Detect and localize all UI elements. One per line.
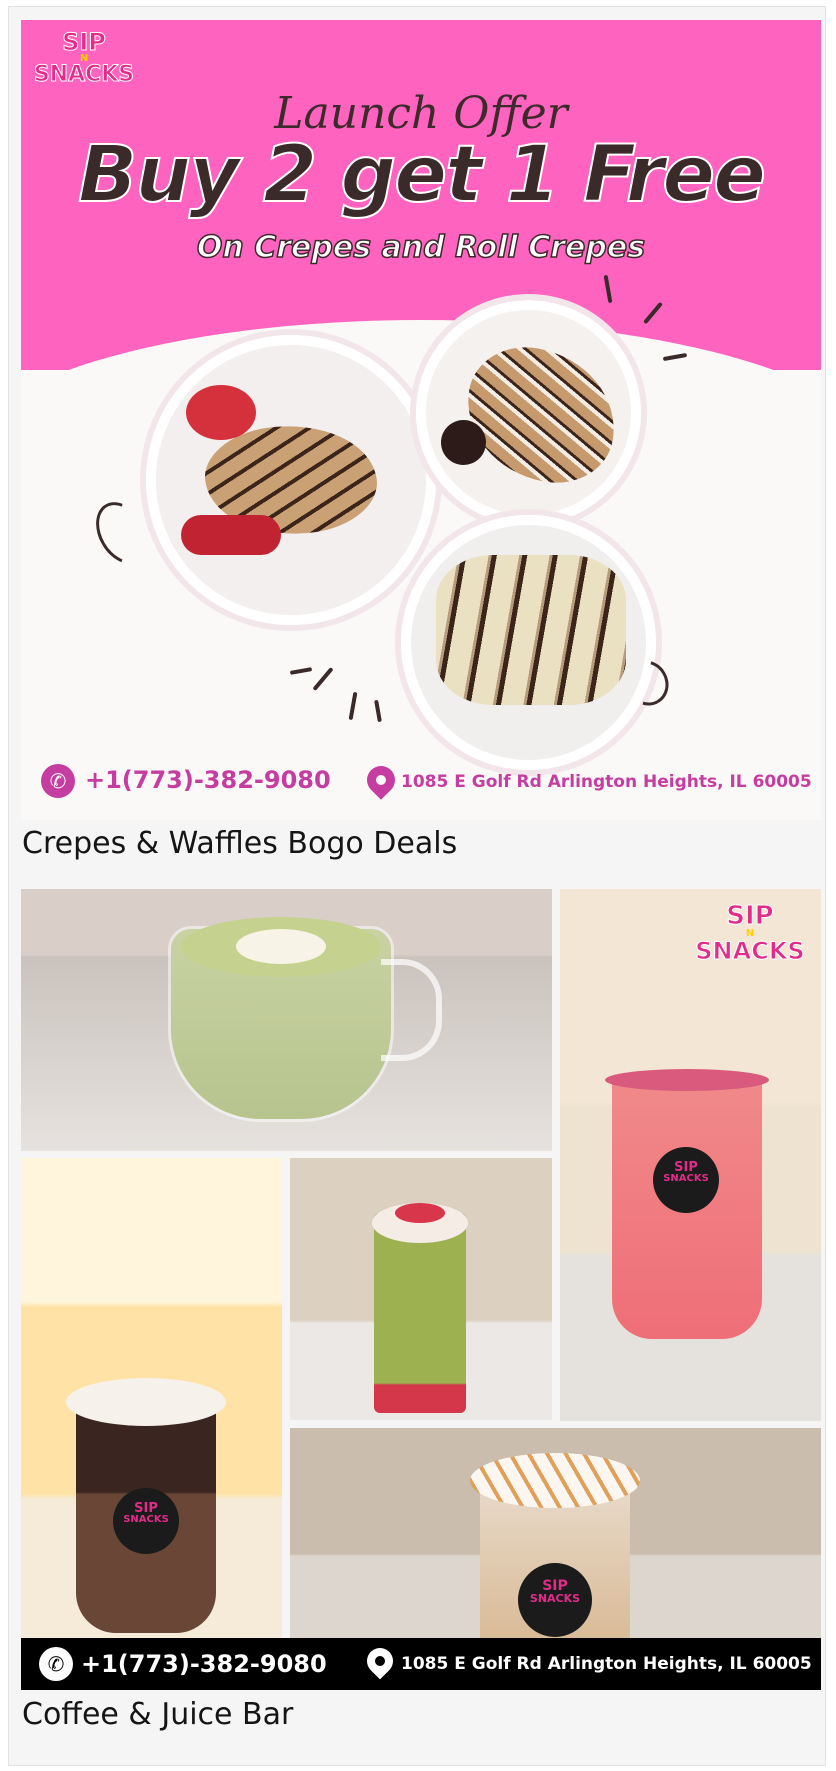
crepe-strawberry-photo	[146, 335, 436, 625]
caramel-whip	[470, 1453, 640, 1508]
contact-strip: ✆ +1(773)-382-9080 1085 E Golf Rd Arling…	[21, 760, 821, 802]
logo-word-snacks: SNACKS	[33, 62, 135, 87]
matcha-latte-photo[interactable]	[21, 889, 552, 1151]
chocolate-frappe-photo[interactable]: SIP SNACKS	[21, 1158, 282, 1638]
crepes-promo-banner[interactable]: SIP N SNACKS Launch Offer Buy 2 get 1 Fr…	[21, 20, 821, 820]
green-smoothie-photo[interactable]	[290, 1158, 552, 1420]
brand-sticker: SIP SNACKS	[113, 1488, 179, 1554]
decorative-dash	[289, 667, 313, 675]
caramel-frappe-photo[interactable]: SIP SNACKS	[290, 1428, 821, 1638]
brand-logo: SIP N SNACKS	[29, 28, 139, 87]
berry-topping	[395, 1203, 445, 1223]
strawberry-shape	[181, 515, 281, 555]
phone-icon: ✆	[41, 764, 75, 798]
offer-headline: Buy 2 get 1 Free	[77, 129, 767, 221]
brand-sticker: SIP SNACKS	[518, 1563, 592, 1637]
pink-boba-photo[interactable]: SIP N SNACKS SIP SNACKS	[560, 889, 821, 1421]
logo-word-sip: SIP	[726, 901, 774, 931]
cup-lid	[605, 1069, 769, 1091]
offer-subhead: On Crepes and Roll Crepes	[196, 229, 646, 266]
post-caption[interactable]: Crepes & Waffles Bogo Deals	[22, 826, 457, 861]
crepe-chocolate-drizzle-photo	[416, 300, 641, 525]
phone-icon: ✆	[39, 1647, 73, 1681]
roll-crepes-photo	[401, 515, 656, 770]
location-pin-icon	[361, 1642, 399, 1680]
decorative-dash	[348, 691, 358, 721]
smoothie-glass	[374, 1213, 466, 1413]
location-pin-icon	[361, 760, 401, 800]
phone-number[interactable]: +1(773)-382-9080	[85, 766, 331, 794]
logo-word-sip: SIP	[62, 28, 107, 56]
post-caption[interactable]: Coffee & Juice Bar	[22, 1697, 293, 1732]
latte-art	[236, 929, 326, 964]
decorative-dash	[374, 699, 382, 723]
brand-sticker: SIP SNACKS	[653, 1147, 719, 1213]
contact-bar: ✆ +1(773)-382-9080 1085 E Golf Rd Arling…	[21, 1638, 821, 1690]
phone-number[interactable]: +1(773)-382-9080	[81, 1650, 327, 1678]
strawberry-shape	[186, 385, 256, 440]
whipped-cream	[66, 1378, 226, 1426]
decorative-dash	[312, 666, 334, 692]
logo-word-snacks: SNACKS	[695, 937, 805, 965]
roll-crepe-shape	[436, 555, 626, 705]
brand-logo: SIP N SNACKS	[690, 901, 810, 965]
crepe-shape	[455, 337, 627, 493]
cup-handle	[381, 959, 442, 1061]
store-address[interactable]: 1085 E Golf Rd Arlington Heights, IL 600…	[401, 1654, 812, 1674]
store-address[interactable]: 1085 E Golf Rd Arlington Heights, IL 600…	[401, 772, 812, 792]
cookie-shape	[441, 420, 486, 465]
